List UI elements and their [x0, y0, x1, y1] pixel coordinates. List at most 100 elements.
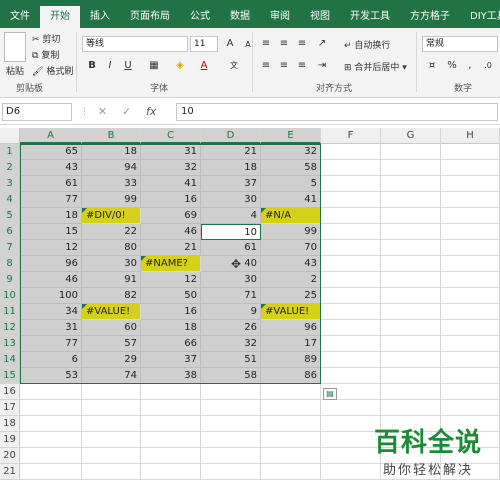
cell-b19[interactable]: [82, 432, 141, 448]
cell-b5[interactable]: #DIV/0!: [82, 208, 141, 224]
row-header-13[interactable]: 13: [0, 336, 20, 352]
column-header-h[interactable]: H: [441, 128, 500, 144]
row-header-19[interactable]: 19: [0, 432, 20, 448]
cell-g4[interactable]: [381, 192, 441, 208]
cell-e21[interactable]: [261, 464, 321, 480]
cell-c9[interactable]: 12: [141, 272, 201, 288]
cell-c3[interactable]: 41: [141, 176, 201, 192]
align-left-icon[interactable]: ≡: [258, 58, 274, 74]
cell-b14[interactable]: 29: [82, 352, 141, 368]
cell-b3[interactable]: 33: [82, 176, 141, 192]
cell-b2[interactable]: 94: [82, 160, 141, 176]
cell-h13[interactable]: [441, 336, 500, 352]
align-top-icon[interactable]: ≡: [258, 36, 274, 52]
row-header-9[interactable]: 9: [0, 272, 20, 288]
cell-a15[interactable]: 53: [20, 368, 82, 384]
tab-8[interactable]: 开发工具: [340, 6, 400, 28]
underline-button[interactable]: U: [120, 58, 136, 74]
cell-d17[interactable]: [201, 400, 261, 416]
cell-d9[interactable]: 30: [201, 272, 261, 288]
row-header-16[interactable]: 16: [0, 384, 20, 400]
cell-c21[interactable]: [141, 464, 201, 480]
column-header-a[interactable]: A: [20, 128, 82, 144]
cell-b18[interactable]: [82, 416, 141, 432]
row-header-14[interactable]: 14: [0, 352, 20, 368]
cell-c19[interactable]: [141, 432, 201, 448]
cell-d1[interactable]: 21: [201, 144, 261, 160]
tab-4[interactable]: 公式: [180, 6, 220, 28]
align-center-icon[interactable]: ≡: [276, 58, 292, 74]
cell-f17[interactable]: [321, 400, 381, 416]
align-middle-icon[interactable]: ≡: [276, 36, 292, 52]
cell-g11[interactable]: [381, 304, 441, 320]
font-size-select[interactable]: 11: [190, 36, 218, 52]
tab-5[interactable]: 数据: [220, 6, 260, 28]
quick-analysis-icon[interactable]: ▤: [323, 388, 337, 400]
cell-f13[interactable]: [321, 336, 381, 352]
cell-f21[interactable]: [321, 464, 381, 480]
bold-button[interactable]: B: [84, 58, 100, 74]
cell-c13[interactable]: 66: [141, 336, 201, 352]
row-header-12[interactable]: 12: [0, 320, 20, 336]
cell-f11[interactable]: [321, 304, 381, 320]
cell-b17[interactable]: [82, 400, 141, 416]
cell-e17[interactable]: [261, 400, 321, 416]
font-color-icon[interactable]: A: [196, 58, 212, 74]
cell-a8[interactable]: 96: [20, 256, 82, 272]
italic-button[interactable]: I: [102, 58, 118, 74]
percent-button[interactable]: %: [444, 58, 460, 74]
cell-a3[interactable]: 61: [20, 176, 82, 192]
comma-button[interactable]: ,: [462, 58, 478, 74]
cell-d5[interactable]: 4: [201, 208, 261, 224]
cell-d11[interactable]: 9: [201, 304, 261, 320]
cell-d10[interactable]: 71: [201, 288, 261, 304]
cell-c12[interactable]: 18: [141, 320, 201, 336]
cell-e8[interactable]: 43: [261, 256, 321, 272]
column-header-d[interactable]: D: [201, 128, 261, 144]
column-header-b[interactable]: B: [82, 128, 141, 144]
row-header-3[interactable]: 3: [0, 176, 20, 192]
cell-e16[interactable]: [261, 384, 321, 400]
cell-e12[interactable]: 96: [261, 320, 321, 336]
cell-e11[interactable]: #VALUE!: [261, 304, 321, 320]
row-header-17[interactable]: 17: [0, 400, 20, 416]
cell-a12[interactable]: 31: [20, 320, 82, 336]
row-header-6[interactable]: 6: [0, 224, 20, 240]
cell-e3[interactable]: 5: [261, 176, 321, 192]
cell-f19[interactable]: [321, 432, 381, 448]
cancel-icon[interactable]: ✕: [98, 105, 107, 118]
cell-d13[interactable]: 32: [201, 336, 261, 352]
row-header-10[interactable]: 10: [0, 288, 20, 304]
cell-b16[interactable]: [82, 384, 141, 400]
cell-e18[interactable]: [261, 416, 321, 432]
row-header-21[interactable]: 21: [0, 464, 20, 480]
cell-h11[interactable]: [441, 304, 500, 320]
row-header-4[interactable]: 4: [0, 192, 20, 208]
cell-b12[interactable]: 60: [82, 320, 141, 336]
cell-b7[interactable]: 80: [82, 240, 141, 256]
grow-font-button[interactable]: A: [222, 36, 238, 52]
cell-a16[interactable]: [20, 384, 82, 400]
cell-h10[interactable]: [441, 288, 500, 304]
cell-a21[interactable]: [20, 464, 82, 480]
cell-f6[interactable]: [321, 224, 381, 240]
cell-g5[interactable]: [381, 208, 441, 224]
cell-f4[interactable]: [321, 192, 381, 208]
cell-b21[interactable]: [82, 464, 141, 480]
cell-e9[interactable]: 2: [261, 272, 321, 288]
cell-b4[interactable]: 99: [82, 192, 141, 208]
cell-g10[interactable]: [381, 288, 441, 304]
cell-b9[interactable]: 91: [82, 272, 141, 288]
cell-d14[interactable]: 51: [201, 352, 261, 368]
cell-b6[interactable]: 22: [82, 224, 141, 240]
row-header-20[interactable]: 20: [0, 448, 20, 464]
border-icon[interactable]: ▦: [146, 58, 162, 74]
cell-d21[interactable]: [201, 464, 261, 480]
align-bottom-icon[interactable]: ≡: [294, 36, 310, 52]
cell-h17[interactable]: [441, 400, 500, 416]
shrink-font-button[interactable]: A: [240, 37, 256, 53]
row-header-1[interactable]: 1: [0, 144, 20, 160]
cell-b11[interactable]: #VALUE!: [82, 304, 141, 320]
cell-d15[interactable]: 58: [201, 368, 261, 384]
tab-1[interactable]: 开始: [40, 6, 80, 28]
